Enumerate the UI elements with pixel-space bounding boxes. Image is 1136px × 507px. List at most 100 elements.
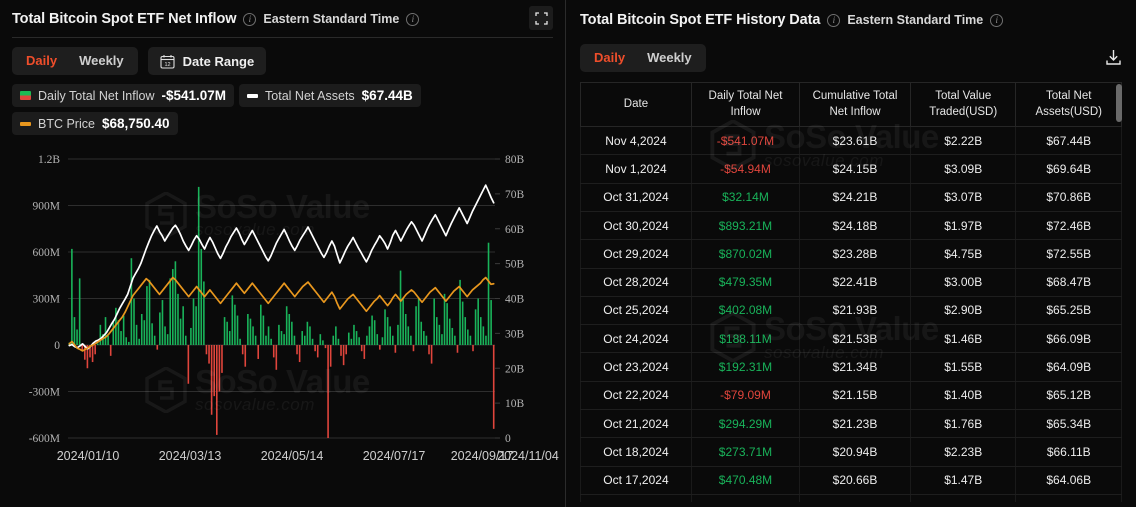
table-row[interactable]: Oct 17,2024 $470.48M $20.66B $1.47B $64.06B (580, 466, 1122, 495)
tab-weekly[interactable]: Weekly (68, 50, 135, 72)
legend-value-btc-price: $68,750.40 (101, 116, 170, 131)
svg-text:1.2B: 1.2B (38, 154, 60, 166)
legend-label-btc-price: BTC Price (38, 116, 95, 131)
legend-label-total-net-assets: Total Net Assets (265, 88, 355, 103)
svg-text:12: 12 (164, 62, 170, 68)
column-header-daily-net-inflow[interactable]: Daily Total Net Inflow (690, 82, 801, 128)
cell-total-net-assets: $65.34B (1015, 409, 1122, 439)
table-row[interactable]: Oct 23,2024 $192.31M $21.34B $1.55B $64.09B (580, 352, 1122, 382)
history-table: Date Daily Total Net Inflow Cumulative T… (580, 82, 1122, 502)
cell-daily-net-inflow: $32.14M (690, 183, 801, 212)
date-range-label: Date Range (182, 53, 255, 69)
legend-value-daily-net-inflow: -$541.07M (161, 88, 227, 103)
cell-cumulative-net-inflow: $21.53B (799, 324, 911, 354)
column-header-total-value-traded[interactable]: Total Value Traded(USD) (909, 82, 1017, 128)
svg-text:20B: 20B (505, 363, 525, 375)
cell-total-net-assets: $72.55B (1015, 239, 1122, 269)
legend-item-btc-price[interactable]: BTC Price $68,750.40 (12, 112, 178, 135)
cell-total-value-traded: $2.90B (909, 296, 1017, 326)
cell-date: Oct 23,2024 (580, 352, 692, 382)
cell-total-value-traded: $1.97B (909, 211, 1017, 241)
timezone-info-icon[interactable]: i (406, 12, 420, 26)
cell-total-net-assets: $68.47B (1015, 268, 1122, 297)
table-header-row: Date Daily Total Net Inflow Cumulative T… (580, 82, 1122, 128)
cell-total-value-traded: $1.40B (909, 381, 1017, 411)
cell-date: Oct 22,2024 (580, 381, 692, 411)
cell-cumulative-net-inflow: $21.15B (799, 381, 911, 411)
cell-cumulative-net-inflow: $21.34B (799, 352, 911, 382)
cell-daily-net-inflow: $192.31M (690, 352, 801, 382)
table-row[interactable]: Oct 24,2024 $188.11M $21.53B $1.46B $66.09B (580, 324, 1122, 354)
cell-total-value-traded: $2.23B (909, 437, 1017, 467)
table-row[interactable]: Nov 4,2024 -$541.07M $23.61B $2.22B $67.44B (580, 126, 1122, 156)
svg-text:2024/01/10: 2024/01/10 (57, 449, 120, 463)
svg-text:900M: 900M (33, 201, 60, 213)
table-row[interactable]: Oct 21,2024 $294.29M $21.23B $1.76B $65.34B (580, 409, 1122, 439)
cell-total-value-traded: $1.55B (909, 352, 1017, 382)
cell-daily-net-inflow: $893.21M (690, 211, 801, 241)
cell-total-net-assets: $69.64B (1015, 154, 1122, 184)
cell-total-net-assets: $64.06B (1015, 466, 1122, 495)
cell-date: Oct 18,2024 (580, 437, 692, 467)
cell-cumulative-net-inflow: $21.23B (799, 409, 911, 439)
svg-text:10B: 10B (505, 398, 525, 410)
column-header-total-net-assets[interactable]: Total Net Assets(USD) (1015, 82, 1122, 128)
table-row[interactable]: Oct 31,2024 $32.14M $24.21B $3.07B $70.86B (580, 183, 1122, 212)
scrollbar-thumb[interactable] (1116, 84, 1122, 122)
table-scrollbar[interactable] (1116, 82, 1122, 502)
cell-total-value-traded: $1.47B (909, 466, 1017, 495)
column-header-date[interactable]: Date (580, 82, 692, 128)
cell-total-net-assets: $66.11B (1015, 437, 1122, 467)
table-row[interactable]: Oct 29,2024 $870.02M $23.28B $4.75B $72.55B (580, 239, 1122, 269)
cell-cumulative-net-inflow: $24.15B (799, 154, 911, 184)
svg-text:2024/03/13: 2024/03/13 (159, 449, 222, 463)
title-info-icon[interactable]: i (243, 12, 257, 26)
legend-item-total-net-assets[interactable]: Total Net Assets $67.44B (239, 84, 421, 107)
cell-date: Oct 24,2024 (580, 324, 692, 354)
cell-cumulative-net-inflow: $20.19B (799, 494, 911, 502)
cell-date: Oct 21,2024 (580, 409, 692, 439)
download-icon[interactable] (1102, 46, 1124, 68)
date-range-button[interactable]: 12 Date Range (147, 47, 267, 75)
cell-total-value-traded: $1.58B (909, 494, 1017, 502)
cell-cumulative-net-inflow: $22.41B (799, 268, 911, 297)
history-table-container[interactable]: Date Daily Total Net Inflow Cumulative T… (580, 82, 1122, 502)
cell-date: Oct 29,2024 (580, 239, 692, 269)
cell-total-net-assets: $64.46B (1015, 494, 1122, 502)
table-row[interactable]: Oct 16,2024$458.54M$20.19B$1.58B$64.46B (580, 494, 1122, 502)
history-tab-weekly[interactable]: Weekly (636, 47, 703, 69)
history-title-info-icon[interactable]: i (827, 13, 841, 27)
svg-text:2024/05/14: 2024/05/14 (261, 449, 324, 463)
table-row[interactable]: Oct 30,2024 $893.21M $24.18B $1.97B $72.46B (580, 211, 1122, 241)
legend-label-daily-net-inflow: Daily Total Net Inflow (38, 88, 155, 103)
net-inflow-chart[interactable]: -600M -300M 0 300M 600M 900M 1.2B 0 10B 20B 30B 40B… (0, 141, 565, 481)
tab-daily[interactable]: Daily (15, 50, 68, 72)
column-header-cumulative-net-inflow[interactable]: Cumulative Total Net Inflow (799, 82, 911, 128)
svg-text:-600M: -600M (29, 433, 60, 445)
table-row[interactable]: Oct 18,2024 $273.71M $20.94B $2.23B $66.11B (580, 437, 1122, 467)
svg-text:600M: 600M (33, 247, 60, 259)
cell-total-value-traded: $3.07B (909, 183, 1017, 212)
legend-value-total-net-assets: $67.44B (361, 88, 413, 103)
cell-daily-net-inflow: $273.71M (690, 437, 801, 467)
svg-text:30B: 30B (505, 328, 525, 340)
left-panel-header: Total Bitcoin Spot ETF Net Inflow i East… (0, 0, 565, 38)
cell-cumulative-net-inflow: $20.94B (799, 437, 911, 467)
fullscreen-icon[interactable] (529, 6, 553, 30)
cell-total-value-traded: $2.22B (909, 126, 1017, 156)
svg-text:80B: 80B (505, 154, 525, 166)
cell-total-value-traded: $3.09B (909, 154, 1017, 184)
legend-item-daily-net-inflow[interactable]: Daily Total Net Inflow -$541.07M (12, 84, 235, 107)
right-panel-controls: Daily Weekly (566, 40, 1136, 72)
table-row[interactable]: Nov 1,2024 -$54.94M $24.15B $3.09B $69.64B (580, 154, 1122, 184)
cell-date: Oct 17,2024 (580, 466, 692, 495)
svg-text:-300M: -300M (29, 387, 60, 399)
history-timezone-info-icon[interactable]: i (990, 13, 1004, 27)
cell-daily-net-inflow: $402.08M (690, 296, 801, 326)
cell-total-net-assets: $66.09B (1015, 324, 1122, 354)
table-row[interactable]: Oct 25,2024 $402.08M $21.93B $2.90B $65.25B (580, 296, 1122, 326)
table-row[interactable]: Oct 28,2024 $479.35M $22.41B $3.00B $68.47B (580, 268, 1122, 297)
cell-daily-net-inflow: $294.29M (690, 409, 801, 439)
history-tab-daily[interactable]: Daily (583, 47, 636, 69)
table-row[interactable]: Oct 22,2024 -$79.09M $21.15B $1.40B $65.12B (580, 381, 1122, 411)
